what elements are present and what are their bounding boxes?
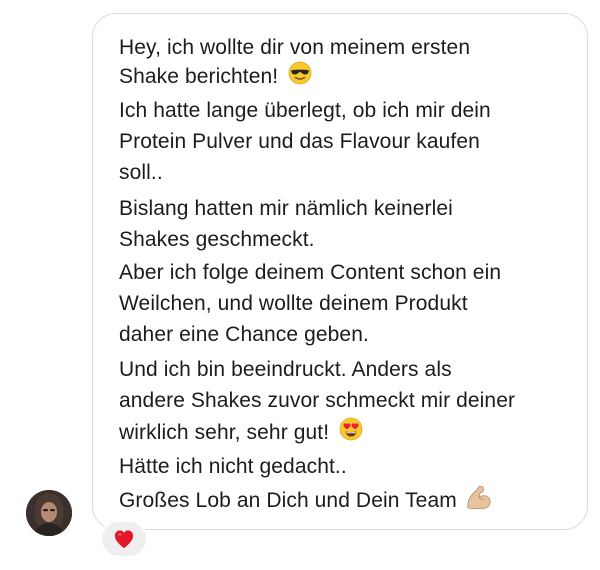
message-line-12: andere Shakes zuvor schmeckt mir deiner [119,389,516,412]
message-line-8: Aber ich folge deinem Content schon ein [119,261,502,284]
red-heart-icon [114,530,134,549]
reaction-badge[interactable] [100,520,148,558]
message-line-15-text: Großes Lob an Dich und Dein Team [119,489,457,513]
flexed-biceps-emoji-icon [465,484,493,519]
sunglasses-emoji-icon [288,61,312,94]
message-line-1: Hey, ich wollte dir von meinem ersten [119,36,471,59]
message-line-2-text: Shake berichten! [119,65,279,89]
message-line-11: Und ich bin beeindruckt. Anders als [119,358,452,381]
message-line-5: soll.. [119,161,163,184]
message-line-14: Hätte ich nicht gedacht.. [119,455,347,478]
message-line-13: wirklich sehr, sehr gut! [119,417,363,450]
message-line-15: Großes Lob an Dich und Dein Team [119,484,493,519]
heart-eyes-emoji-icon [339,417,363,450]
message-line-13-text: wirklich sehr, sehr gut! [119,421,330,445]
message-line-2: Shake berichten! [119,61,312,94]
message-line-6: Bislang hatten mir nämlich keinerlei [119,197,453,220]
message-line-7: Shakes geschmeckt. [119,228,315,251]
message-line-9: Weilchen, und wollte deinem Produkt [119,292,468,315]
avatar-photo-icon [26,490,72,536]
message-line-3: Ich hatte lange überlegt, ob ich mir dei… [119,99,491,122]
sender-avatar[interactable] [26,490,72,536]
message-line-10: daher eine Chance geben. [119,323,369,346]
message-line-4: Protein Pulver und das Flavour kaufen [119,130,480,153]
